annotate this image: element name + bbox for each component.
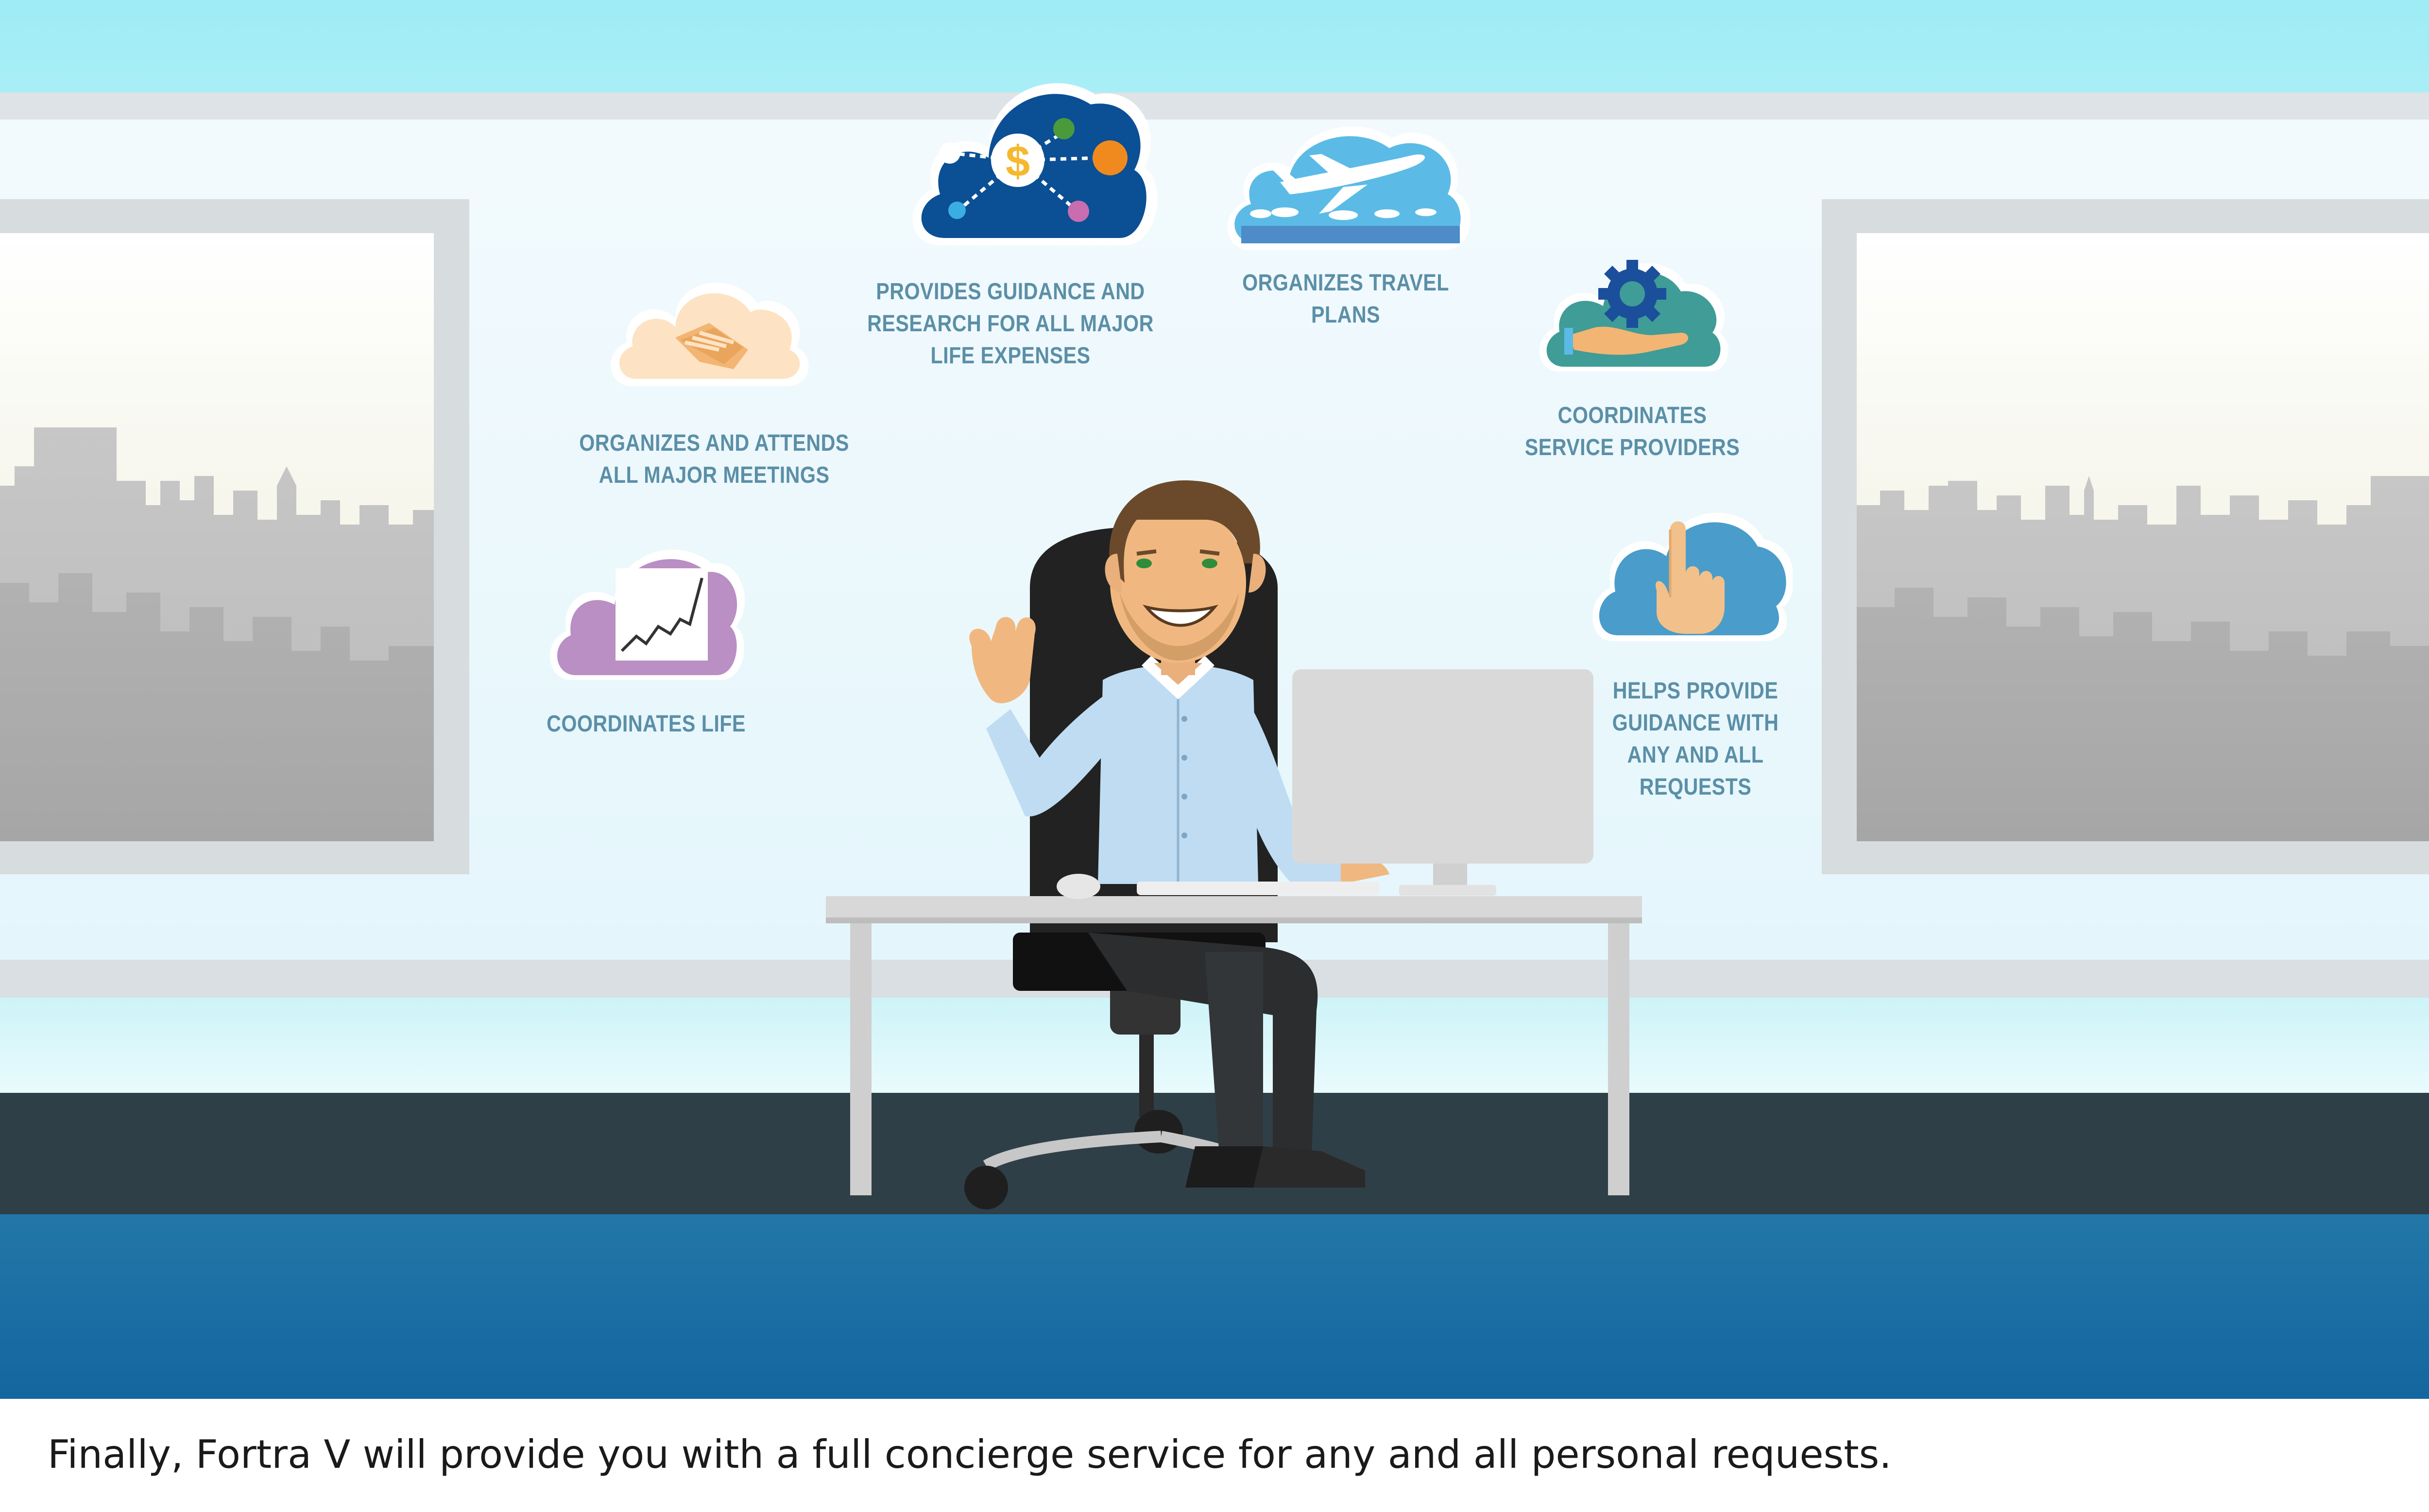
- handshake-icon: [611, 283, 809, 386]
- label-meetings: ORGANIZES AND ATTENDS ALL MAJOR MEETINGS: [579, 430, 849, 488]
- label-providers: COORDINATES SERVICE PROVIDERS: [1524, 403, 1740, 460]
- dollar-network-icon: $: [912, 83, 1158, 245]
- label-travel: ORGANIZES TRAVEL PLANS: [1242, 270, 1449, 328]
- concierge-character: [826, 480, 1642, 1209]
- gear-hand-icon: [1540, 260, 1728, 372]
- right-window: [1822, 199, 2429, 874]
- label-expenses: PROVIDES GUIDANCE AND RESEARCH FOR ALL M…: [867, 279, 1154, 369]
- airplane-icon: [1227, 126, 1471, 250]
- left-window: [0, 199, 469, 874]
- caption-text: Finally, Fortra V will provide you with …: [48, 1432, 1892, 1477]
- rising-chart-icon: [550, 549, 745, 680]
- label-life: COORDINATES LIFE: [547, 711, 746, 737]
- svg-text:$: $: [1006, 137, 1030, 186]
- office-scene: $ ORGANIZES AND ATTENDS ALL MAJOR MEETIN…: [0, 0, 2429, 1399]
